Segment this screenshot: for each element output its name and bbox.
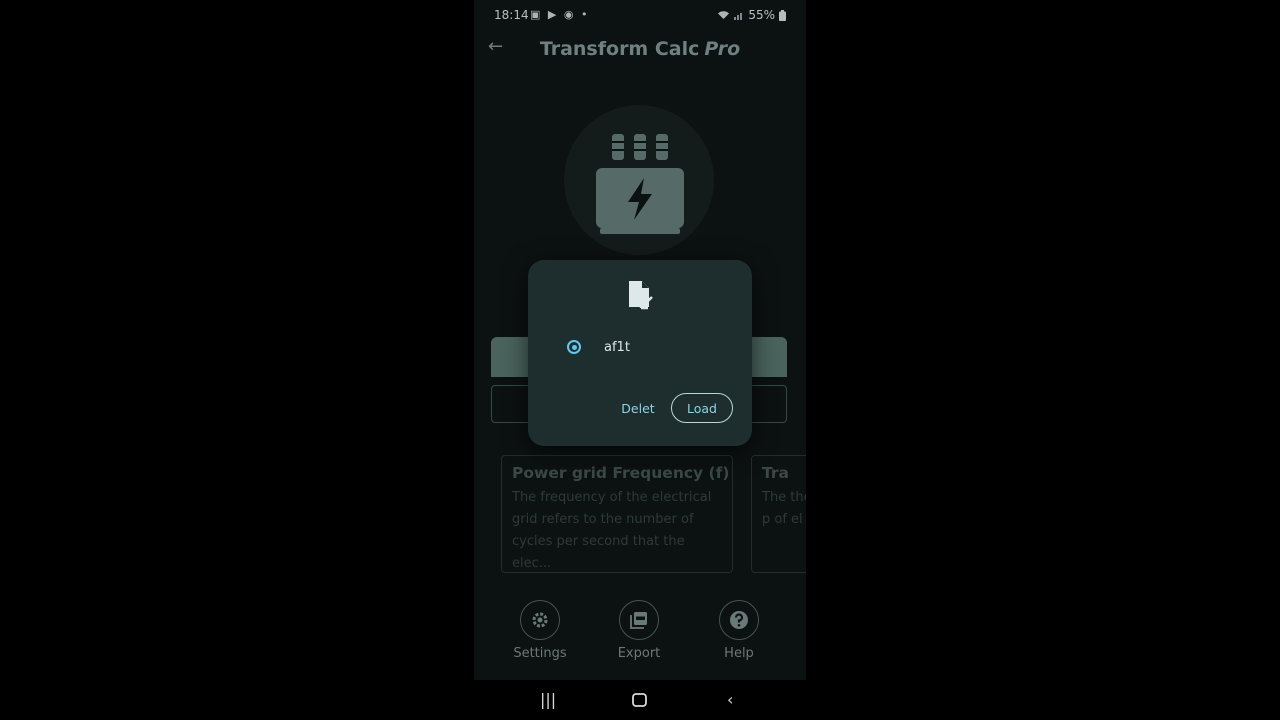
page-title: Transform Calc Pro — [474, 38, 806, 60]
nav-export[interactable]: Export — [599, 600, 679, 661]
signal-icon — [734, 13, 743, 20]
nav-label: Settings — [513, 646, 567, 661]
pdf-icon — [630, 612, 647, 629]
card-body: The the p of el — [762, 490, 806, 527]
status-right: 55% — [717, 8, 786, 22]
info-card-next[interactable]: Tra The the p of el — [751, 455, 806, 573]
battery-level: 55% — [748, 8, 775, 22]
nav-label: Export — [617, 646, 661, 661]
nav-settings[interactable]: Settings — [500, 600, 580, 661]
notification-icons: ▣ ▶ ◉ • — [530, 8, 590, 21]
card-body: The frequency of the electrical grid ref… — [512, 490, 712, 571]
info-card-frequency[interactable]: Power grid Frequency (f) The frequency o… — [501, 455, 733, 573]
load-button[interactable]: Load — [671, 393, 733, 423]
nav-label: Help — [724, 646, 754, 661]
app-title: Transform Calc — [539, 38, 700, 60]
home-icon[interactable] — [632, 693, 647, 707]
file-option-radio[interactable] — [567, 340, 581, 354]
battery-icon — [779, 9, 786, 21]
nav-icon-circle — [719, 600, 759, 640]
transformer-icon — [596, 134, 684, 234]
phone-screen: 18:14 ▣ ▶ ◉ • 55% ← Transform Calc Pro P… — [474, 0, 806, 720]
nav-icon-circle — [520, 600, 560, 640]
nav-icon-circle — [619, 600, 659, 640]
file-import-icon — [629, 281, 653, 310]
bottom-nav: Settings Export Help — [474, 600, 806, 670]
help-icon — [730, 611, 748, 629]
card-title: Tra — [762, 464, 789, 482]
wifi-icon — [718, 11, 730, 19]
gear-icon — [532, 612, 548, 628]
recent-apps-icon[interactable]: ||| — [540, 690, 556, 709]
status-time: 18:14 — [494, 8, 529, 22]
load-file-dialog: af1t Delet Load — [528, 260, 752, 446]
delete-button[interactable]: Delet — [612, 393, 664, 423]
nav-help[interactable]: Help — [699, 600, 779, 661]
app-title-suffix: Pro — [704, 38, 741, 60]
card-title: Power grid Frequency (f) — [512, 464, 730, 482]
status-bar: 18:14 ▣ ▶ ◉ • 55% — [474, 0, 806, 30]
system-nav-bar: ||| ‹ — [474, 680, 806, 720]
back-nav-icon[interactable]: ‹ — [727, 690, 733, 709]
app-bar: ← Transform Calc Pro — [474, 30, 806, 70]
file-option-label[interactable]: af1t — [604, 340, 630, 355]
